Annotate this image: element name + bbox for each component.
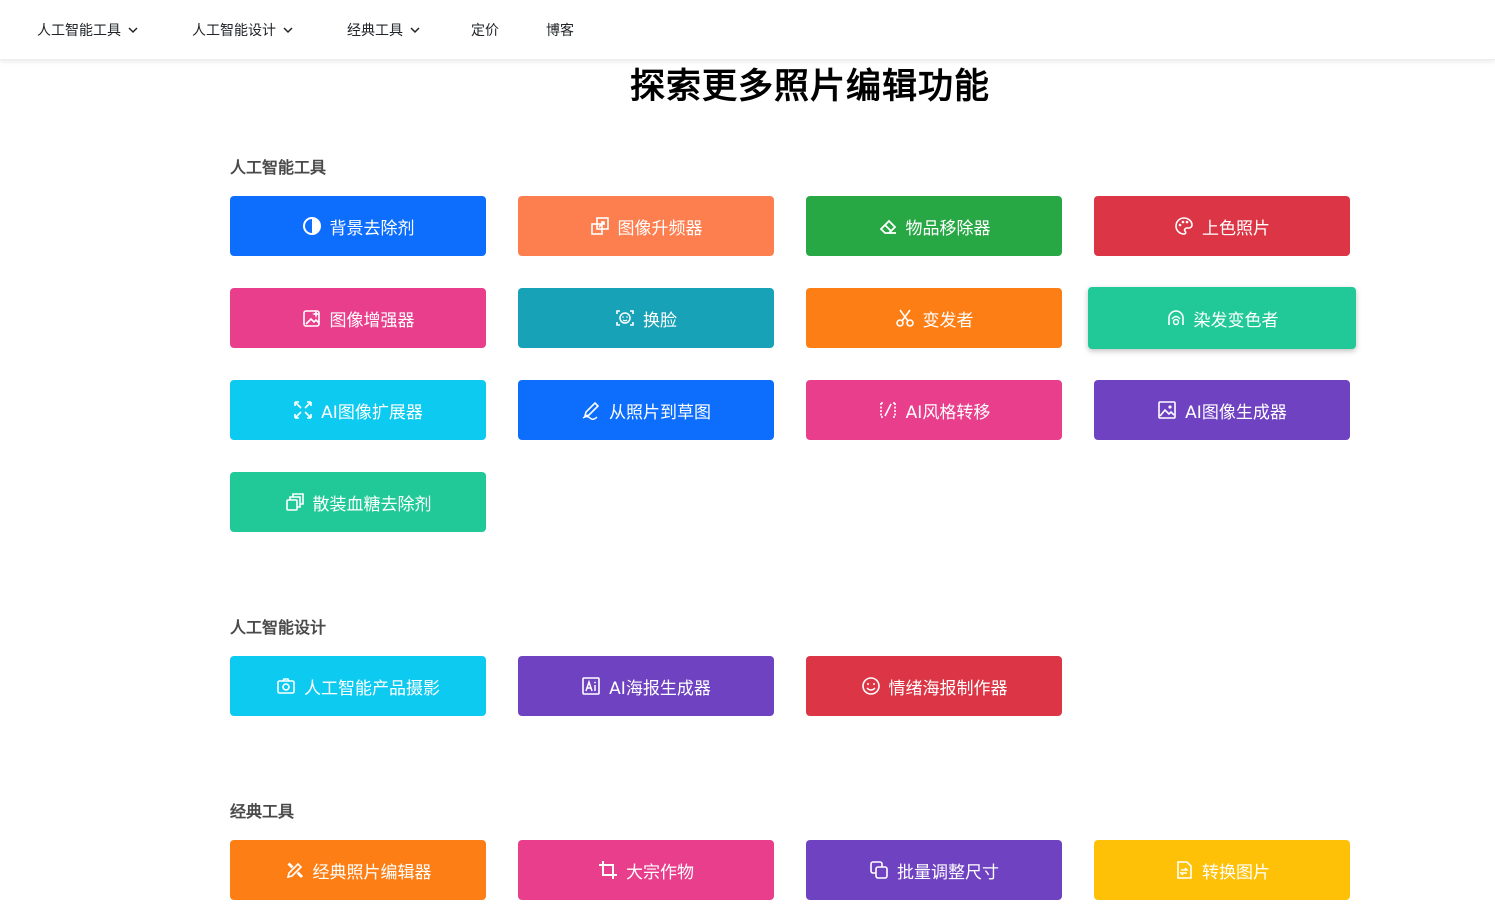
eraser-icon (878, 216, 898, 236)
photo-to-sketch-label: 从照片到草图 (609, 402, 711, 423)
nav-pricing[interactable]: 定价 (471, 20, 499, 40)
colorize-photo-button[interactable]: 上色照片 (1094, 196, 1350, 256)
camera-icon (276, 676, 296, 696)
nav-ai-tools-label: 人工智能工具 (37, 23, 121, 39)
ai-product-photo-button[interactable]: 人工智能产品摄影 (230, 656, 486, 716)
expand-icon (293, 400, 313, 420)
ai-image-generator-label: AI图像生成器 (1185, 402, 1287, 423)
scissors-icon (895, 308, 915, 328)
smile-icon (861, 676, 881, 696)
section-heading-classic-tools: 经典工具 (230, 802, 295, 821)
chevron-down-icon (410, 27, 420, 34)
image-sparkle-icon (302, 308, 322, 328)
bulk-resize-button[interactable]: 批量调整尺寸 (806, 840, 1062, 900)
nav-ai-design-label: 人工智能设计 (192, 23, 276, 39)
nav-classic-tools[interactable]: 经典工具 (347, 20, 421, 40)
bulk-background-remover-button[interactable]: 散装血糖去除剂 (230, 472, 486, 532)
hair-changer-button[interactable]: 变发者 (806, 288, 1062, 348)
transform-icon (878, 400, 898, 420)
pen-icon (581, 400, 601, 420)
section-heading-ai-tools: 人工智能工具 (230, 158, 327, 177)
top-navbar: 人工智能工具 人工智能设计 经典工具 定价 博客 (0, 0, 1495, 60)
convert-image-button[interactable]: 转换图片 (1094, 840, 1350, 900)
ai-image-expander-label: AI图像扩展器 (321, 402, 423, 423)
ai-image-expander-button[interactable]: AI图像扩展器 (230, 380, 486, 440)
ai-poster-generator-label: AI海报生成器 (609, 678, 711, 699)
image-icon (1157, 400, 1177, 420)
palette-icon (1174, 216, 1194, 236)
hair-color-changer-button[interactable]: 染发变色者 (1088, 287, 1356, 349)
chevron-down-icon (128, 27, 138, 34)
hair-icon (1166, 308, 1186, 328)
face-swap-label: 换脸 (643, 310, 677, 331)
section-heading-ai-design: 人工智能设计 (230, 618, 327, 637)
classic-photo-editor-label: 经典照片编辑器 (312, 862, 432, 883)
ai-style-transfer-button[interactable]: AI风格转移 (806, 380, 1062, 440)
contrast-icon (302, 216, 322, 236)
object-remover-button[interactable]: 物品移除器 (806, 196, 1062, 256)
photo-to-sketch-button[interactable]: 从照片到草图 (518, 380, 774, 440)
bulk-crop-label: 大宗作物 (626, 862, 694, 883)
background-remover-label: 背景去除剂 (329, 218, 415, 239)
bulk-resize-label: 批量调整尺寸 (897, 862, 999, 883)
nav-blog-label: 博客 (546, 23, 574, 39)
upscale-icon (590, 216, 610, 236)
page-title: 探索更多照片编辑功能 (629, 67, 990, 107)
convert-image-label: 转换图片 (1202, 862, 1270, 883)
nav-classic-tools-label: 经典工具 (347, 23, 403, 39)
copy-icon (869, 860, 889, 880)
nav-blog[interactable]: 博客 (546, 20, 574, 40)
mood-poster-maker-label: 情绪海报制作器 (888, 678, 1008, 699)
image-upscaler-label: 图像升频器 (617, 218, 703, 239)
colorize-photo-label: 上色照片 (1202, 218, 1270, 239)
nav-pricing-label: 定价 (471, 23, 499, 39)
chevron-down-icon (283, 27, 293, 34)
face-swap-button[interactable]: 换脸 (518, 288, 774, 348)
ai-product-photo-label: 人工智能产品摄影 (304, 678, 440, 699)
image-upscaler-button[interactable]: 图像升频器 (518, 196, 774, 256)
background-remover-button[interactable]: 背景去除剂 (230, 196, 486, 256)
ai-poster-generator-button[interactable]: AI海报生成器 (518, 656, 774, 716)
object-remover-label: 物品移除器 (905, 218, 991, 239)
convert-icon (1174, 860, 1194, 880)
classic-photo-editor-button[interactable]: 经典照片编辑器 (230, 840, 486, 900)
tools-icon (285, 860, 305, 880)
hair-changer-label: 变发者 (922, 310, 974, 331)
crop-icon (598, 860, 618, 880)
face-scan-icon (615, 308, 635, 328)
ai-image-generator-button[interactable]: AI图像生成器 (1094, 380, 1350, 440)
bulk-background-remover-label: 散装血糖去除剂 (312, 494, 432, 515)
nav-ai-tools[interactable]: 人工智能工具 (37, 20, 139, 40)
mood-poster-maker-button[interactable]: 情绪海报制作器 (806, 656, 1062, 716)
image-enhancer-button[interactable]: 图像增强器 (230, 288, 486, 348)
ai-style-transfer-label: AI风格转移 (905, 402, 991, 423)
stack-icon (285, 492, 305, 512)
nav-ai-design[interactable]: 人工智能设计 (192, 20, 294, 40)
image-enhancer-label: 图像增强器 (329, 310, 415, 331)
hair-color-changer-label: 染发变色者 (1193, 310, 1279, 331)
bulk-crop-button[interactable]: 大宗作物 (518, 840, 774, 900)
ai-text-icon (581, 676, 601, 696)
